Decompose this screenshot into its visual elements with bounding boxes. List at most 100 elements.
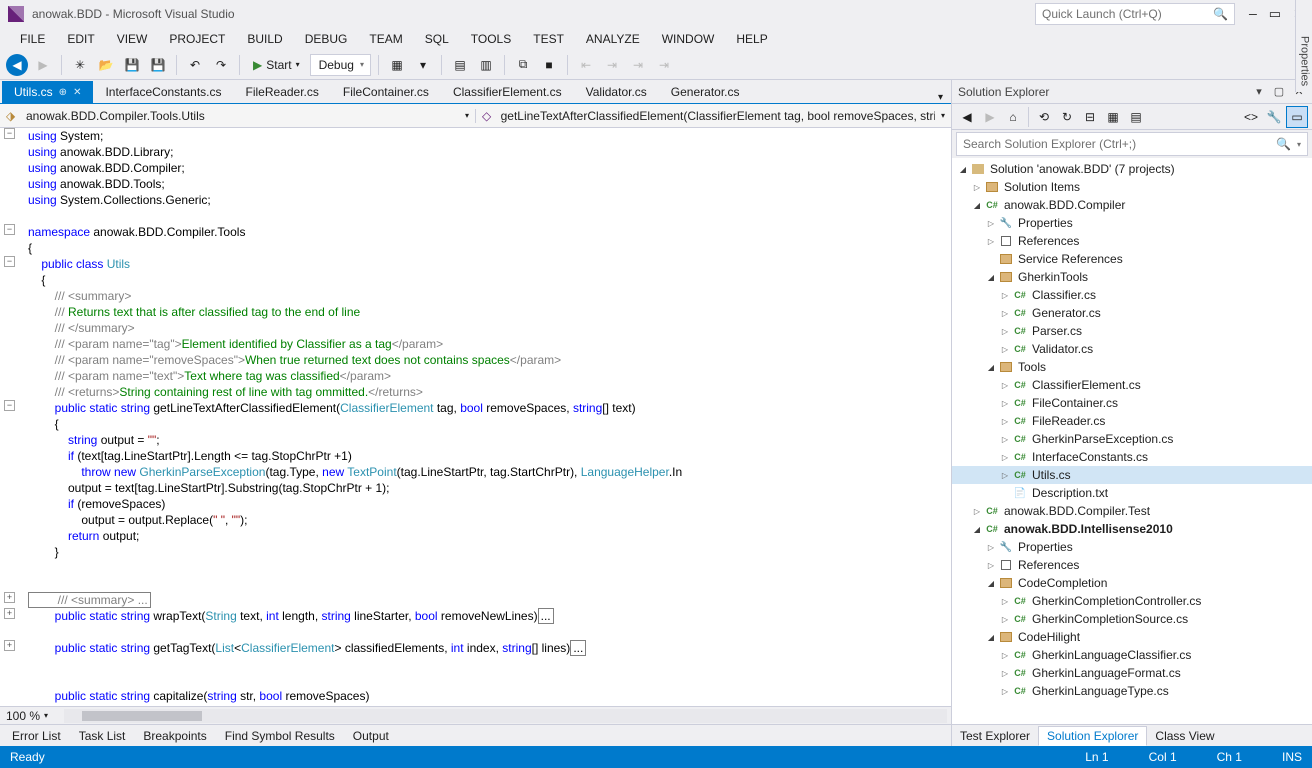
pin-icon[interactable]: ⊕: [59, 87, 67, 98]
new-project-icon[interactable]: ✳: [69, 54, 91, 76]
tab-error-list[interactable]: Error List: [4, 727, 69, 745]
tab-interfaceconstants[interactable]: InterfaceConstants.cs: [93, 81, 233, 103]
toolbar-icon[interactable]: ⇤: [575, 54, 597, 76]
status-ch: Ch 1: [1217, 750, 1242, 764]
quick-launch-input[interactable]: Quick Launch (Ctrl+Q) 🔍: [1035, 3, 1235, 25]
tab-test-explorer[interactable]: Test Explorer: [952, 727, 1038, 745]
sync-icon[interactable]: ⟲: [1033, 106, 1055, 128]
toolbar-icon[interactable]: ▤: [449, 54, 471, 76]
status-bar: Ready Ln 1 Col 1 Ch 1 INS: [0, 746, 1312, 768]
toolbar-icon[interactable]: ⇥: [627, 54, 649, 76]
solution-explorer-pane: Solution Explorer ▾ ▢ ✕ ◀ ▶ ⌂ ⟲ ↻ ⊟ ▦ ▤ …: [952, 80, 1312, 746]
class-icon: ⬗: [6, 109, 20, 123]
tab-breakpoints[interactable]: Breakpoints: [135, 727, 214, 745]
menu-project[interactable]: PROJECT: [159, 30, 235, 48]
tab-utils[interactable]: Utils.cs⊕✕: [2, 81, 93, 103]
play-icon: ▶: [253, 58, 262, 72]
redo-icon[interactable]: ↷: [210, 54, 232, 76]
member-nav-bar: ⬗ anowak.BDD.Compiler.Tools.Utils ▾ ◇ ge…: [0, 104, 951, 128]
menu-file[interactable]: FILE: [10, 30, 55, 48]
tab-task-list[interactable]: Task List: [71, 727, 134, 745]
tab-find-symbol[interactable]: Find Symbol Results: [217, 727, 343, 745]
menu-edit[interactable]: EDIT: [57, 30, 104, 48]
status-ins: INS: [1282, 750, 1302, 764]
maximize-button[interactable]: ▭: [1269, 7, 1281, 22]
config-dropdown[interactable]: Debug ▾: [310, 54, 371, 76]
window-title: anowak.BDD - Microsoft Visual Studio: [32, 7, 235, 21]
tree-item-utils[interactable]: Utils.cs: [952, 466, 1312, 484]
menu-debug[interactable]: DEBUG: [295, 30, 358, 48]
quick-launch-placeholder: Quick Launch (Ctrl+Q): [1042, 7, 1213, 21]
start-debug-button[interactable]: ▶ Start ▾: [247, 54, 306, 76]
wrench-icon[interactable]: 🔧: [1263, 106, 1285, 128]
toolbar-icon[interactable]: ⇥: [601, 54, 623, 76]
forward-icon[interactable]: ▶: [979, 106, 1001, 128]
bottom-tool-tabs: Error List Task List Breakpoints Find Sy…: [0, 724, 951, 746]
show-all-icon[interactable]: ▦: [1102, 106, 1124, 128]
menu-tools[interactable]: TOOLS: [461, 30, 521, 48]
save-all-icon[interactable]: 💾: [147, 54, 169, 76]
search-icon: 🔍: [1213, 7, 1228, 21]
undo-icon[interactable]: ↶: [184, 54, 206, 76]
solution-tabs: Test Explorer Solution Explorer Class Vi…: [952, 724, 1312, 746]
tab-generator[interactable]: Generator.cs: [659, 81, 752, 103]
tab-properties[interactable]: Properties: [1298, 30, 1312, 92]
minimize-button[interactable]: —: [1249, 7, 1257, 22]
main-toolbar: ◀ ▶ ✳ 📂 💾 💾 ↶ ↷ ▶ Start ▾ Debug ▾ ▦ ▾ ▤ …: [0, 50, 1312, 80]
status-line: Ln 1: [1085, 750, 1108, 764]
tab-filecontainer[interactable]: FileContainer.cs: [331, 81, 441, 103]
menu-build[interactable]: BUILD: [237, 30, 292, 48]
toolbar-icon[interactable]: ▦: [386, 54, 408, 76]
toolbar-icon[interactable]: ▥: [475, 54, 497, 76]
vs-logo-icon: [8, 6, 24, 22]
menu-help[interactable]: HELP: [726, 30, 777, 48]
right-side-strip: Properties: [1295, 0, 1312, 92]
menu-view[interactable]: VIEW: [107, 30, 158, 48]
tab-class-view[interactable]: Class View: [1147, 727, 1222, 745]
tab-filereader[interactable]: FileReader.cs: [234, 81, 331, 103]
code-editor[interactable]: − − − − + + + using System; using anowak…: [0, 128, 951, 706]
editor-footer: 100 %▾: [0, 706, 951, 724]
collapse-icon[interactable]: ⊟: [1079, 106, 1101, 128]
tab-solution-explorer[interactable]: Solution Explorer: [1038, 726, 1147, 746]
tab-output[interactable]: Output: [345, 727, 397, 745]
zoom-dropdown[interactable]: 100 %▾: [0, 709, 60, 723]
properties-icon[interactable]: ▤: [1125, 106, 1147, 128]
search-icon: 🔍: [1276, 137, 1291, 151]
document-tabstrip: Utils.cs⊕✕ InterfaceConstants.cs FileRea…: [0, 80, 951, 104]
method-icon: ◇: [482, 109, 495, 123]
menu-window[interactable]: WINDOW: [652, 30, 725, 48]
solution-toolbar: ◀ ▶ ⌂ ⟲ ↻ ⊟ ▦ ▤ <> 🔧 ▭: [952, 104, 1312, 130]
toolbar-icon[interactable]: ■: [538, 54, 560, 76]
refresh-icon[interactable]: ↻: [1056, 106, 1078, 128]
save-icon[interactable]: 💾: [121, 54, 143, 76]
pin-icon[interactable]: ▢: [1272, 85, 1286, 99]
preview-icon[interactable]: ▭: [1286, 106, 1308, 128]
close-icon[interactable]: ✕: [73, 87, 81, 98]
status-ready: Ready: [10, 750, 45, 764]
back-icon[interactable]: ◀: [956, 106, 978, 128]
home-icon[interactable]: ⌂: [1002, 106, 1024, 128]
menu-test[interactable]: TEST: [523, 30, 574, 48]
solution-tree[interactable]: Solution 'anowak.BDD' (7 projects) Solut…: [952, 158, 1312, 724]
member-dropdown[interactable]: ◇ getLineTextAfterClassifiedElement(Clas…: [476, 109, 951, 123]
menu-team[interactable]: TEAM: [359, 30, 412, 48]
solution-search-input[interactable]: Search Solution Explorer (Ctrl+;) 🔍 ▾: [956, 132, 1308, 156]
open-icon[interactable]: 📂: [95, 54, 117, 76]
title-bar: anowak.BDD - Microsoft Visual Studio Qui…: [0, 0, 1312, 28]
menu-bar: FILE EDIT VIEW PROJECT BUILD DEBUG TEAM …: [0, 28, 1312, 50]
toolbar-icon[interactable]: ⧉: [512, 54, 534, 76]
menu-analyze[interactable]: ANALYZE: [576, 30, 650, 48]
code-icon[interactable]: <>: [1240, 106, 1262, 128]
tab-overflow-icon[interactable]: ▾: [930, 92, 951, 103]
tab-classifierelement[interactable]: ClassifierElement.cs: [441, 81, 574, 103]
toolbar-icon[interactable]: ▾: [412, 54, 434, 76]
pane-menu-icon[interactable]: ▾: [1252, 85, 1266, 99]
tab-validator[interactable]: Validator.cs: [574, 81, 659, 103]
menu-sql[interactable]: SQL: [415, 30, 459, 48]
nav-forward-button[interactable]: ▶: [32, 54, 54, 76]
type-dropdown[interactable]: ⬗ anowak.BDD.Compiler.Tools.Utils ▾: [0, 109, 476, 123]
toolbar-icon[interactable]: ⇥: [653, 54, 675, 76]
nav-back-button[interactable]: ◀: [6, 54, 28, 76]
horizontal-scrollbar[interactable]: [64, 709, 947, 723]
